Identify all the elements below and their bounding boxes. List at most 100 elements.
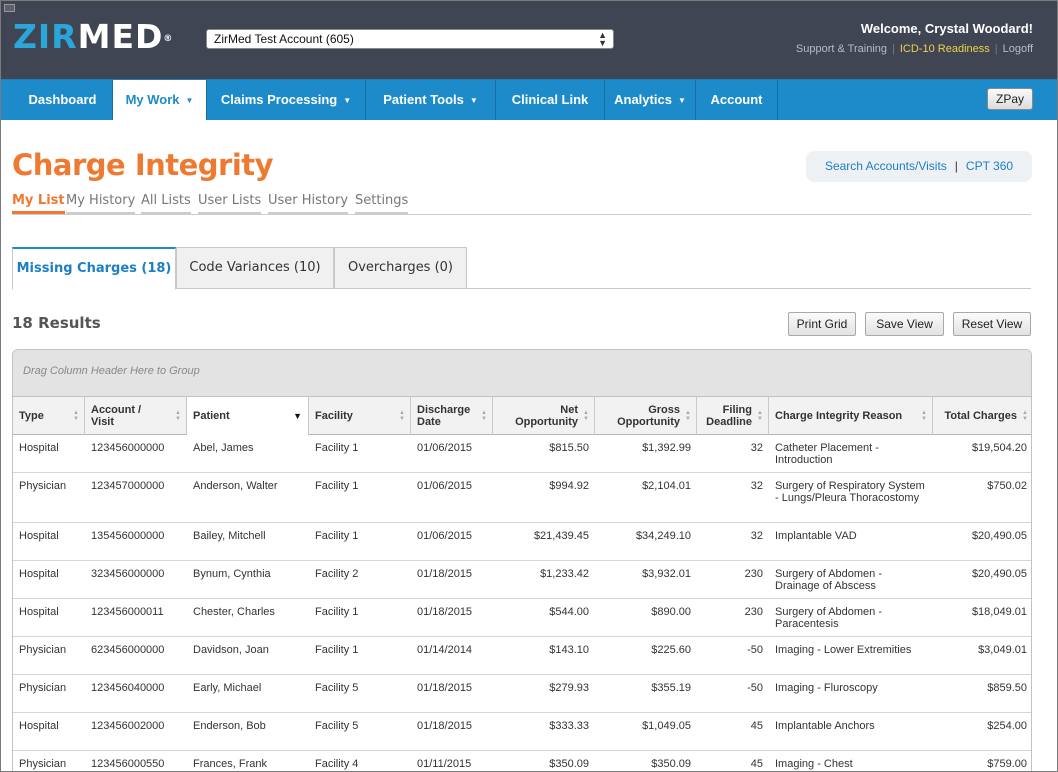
cell-type: Hospital <box>19 568 59 580</box>
sub-tabs: My List My History All Lists User Lists … <box>12 193 1031 215</box>
cell-net-opportunity: $1,233.42 <box>540 568 589 580</box>
cell-facility: Facility 1 <box>315 480 359 492</box>
nav-account[interactable]: Account <box>696 80 778 120</box>
cell-filing-deadline: 32 <box>750 480 763 492</box>
cell-discharge-date: 01/06/2015 <box>417 480 473 492</box>
column-header-gross-opportunity[interactable]: Gross Opportunity ▲ ▼ <box>595 397 697 435</box>
cell-account: 123456000000 <box>91 442 165 454</box>
cell-account: 123456000550 <box>91 758 165 770</box>
group-drop-area[interactable]: Drag Column Header Here to Group <box>13 350 1031 396</box>
subtab-user-history[interactable]: User History <box>268 193 349 214</box>
table-row[interactable]: Hospital 135456000000 Bailey, Mitchell Faci… <box>13 523 1031 561</box>
cell-filing-deadline: -50 <box>747 644 763 656</box>
nav-label: Clinical Link <box>511 92 589 107</box>
cell-discharge-date: 01/18/2015 <box>417 606 473 618</box>
account-selector[interactable]: ZirMed Test Account (605) ▲ ▼ <box>206 29 614 49</box>
tab-overcharges[interactable]: Overcharges (0) <box>334 247 467 289</box>
sort-icon: ▲ ▼ <box>583 410 589 422</box>
cell-patient: Bailey, Mitchell <box>193 530 266 542</box>
welcome-message: Welcome, Crystal Woodard! <box>860 21 1033 36</box>
subtab-my-history[interactable]: My History <box>66 193 136 214</box>
cell-reason: Imaging - Fluroscopy <box>775 682 878 694</box>
column-header-facility[interactable]: Facility ▲ ▼ <box>309 397 411 435</box>
subtab-user-lists[interactable]: User Lists <box>198 193 262 214</box>
table-row[interactable]: Hospital 323456000000 Bynum, Cynthia Facili… <box>13 561 1031 599</box>
nav-clinical-link[interactable]: Clinical Link <box>496 80 605 120</box>
reset-view-button[interactable]: Reset View <box>953 312 1031 336</box>
zirmed-logo[interactable]: ZIRMED® <box>13 17 173 57</box>
cell-total-charges: $759.00 <box>987 758 1027 770</box>
column-header-discharge-date[interactable]: Discharge Date ▲ ▼ <box>411 397 493 435</box>
cell-net-opportunity: $333.33 <box>549 720 589 732</box>
cell-type: Physician <box>19 644 67 656</box>
cell-total-charges: $859.50 <box>987 682 1027 694</box>
tab-code-variances[interactable]: Code Variances (10) <box>176 247 334 289</box>
table-row[interactable]: Physician 123456040000 Early, Michael Facil… <box>13 675 1031 713</box>
zpay-button[interactable]: ZPay <box>987 88 1033 110</box>
icd10-link[interactable]: ICD-10 Readiness <box>900 43 990 55</box>
nav-analytics[interactable]: Analytics ▼ <box>605 80 696 120</box>
cell-facility: Facility 5 <box>315 682 359 694</box>
tab-missing-charges[interactable]: Missing Charges (18) <box>12 247 176 290</box>
chevron-down-icon: ▼ <box>469 96 478 105</box>
sort-icon: ▲ ▼ <box>921 410 927 422</box>
cell-account: 123457000000 <box>91 480 165 492</box>
nav-claims-processing[interactable]: Claims Processing ▼ <box>207 80 366 120</box>
select-arrows-icon: ▲ ▼ <box>598 30 607 48</box>
logoff-link[interactable]: Logoff <box>1003 43 1033 55</box>
save-view-button[interactable]: Save View <box>865 312 944 336</box>
cell-net-opportunity: $21,439.45 <box>533 530 589 542</box>
main-nav: Dashboard My Work ▼ Claims Processing ▼ Pa… <box>1 79 1057 120</box>
subtab-my-list[interactable]: My List <box>12 193 65 214</box>
nav-patient-tools[interactable]: Patient Tools ▼ <box>366 80 496 120</box>
nav-label: My Work <box>125 92 180 107</box>
column-label: Account / Visit <box>91 404 142 428</box>
cell-discharge-date: 01/11/2015 <box>417 758 472 770</box>
cell-gross-opportunity: $1,049.05 <box>642 720 691 732</box>
print-grid-button[interactable]: Print Grid <box>788 312 856 336</box>
column-label: Charge Integrity Reason <box>775 410 903 422</box>
cell-gross-opportunity: $3,932.01 <box>642 568 691 580</box>
cell-patient: Early, Michael <box>193 682 262 694</box>
column-header-reason[interactable]: Charge Integrity Reason ▲ ▼ <box>769 397 933 435</box>
subtab-settings[interactable]: Settings <box>355 193 409 214</box>
table-row[interactable]: Physician 123457000000 Anderson, Walter Fac… <box>13 473 1031 523</box>
column-header-patient[interactable]: Patient ▼ <box>187 397 309 435</box>
cell-gross-opportunity: $225.60 <box>651 644 691 656</box>
column-label: Discharge Date <box>417 404 471 428</box>
cell-reason: Surgery of Abdomen - Paracentesis <box>775 606 883 630</box>
table-row[interactable]: Physician 123456000550 Frances, Frank Facil… <box>13 751 1031 771</box>
cell-filing-deadline: 32 <box>750 442 763 454</box>
cpt360-link[interactable]: CPT 360 <box>966 159 1013 173</box>
sort-descending-icon: ▼ <box>293 411 302 421</box>
subtab-all-lists[interactable]: All Lists <box>141 193 191 214</box>
table-row[interactable]: Physician 623456000000 Davidson, Joan Facil… <box>13 637 1031 675</box>
cell-type: Hospital <box>19 606 59 618</box>
table-row[interactable]: Hospital 123456000000 Abel, James Facility … <box>13 435 1031 473</box>
cell-facility: Facility 4 <box>315 758 359 770</box>
cell-filing-deadline: 45 <box>750 720 763 732</box>
link-separator: | <box>994 43 998 55</box>
logo-zi: ZIR <box>13 17 78 56</box>
column-header-net-opportunity[interactable]: Net Opportunity ▲ ▼ <box>493 397 595 435</box>
cell-account: 123456000011 <box>91 606 164 618</box>
column-header-filing-deadline[interactable]: Filing Deadline ▲ ▼ <box>697 397 769 435</box>
nav-dashboard[interactable]: Dashboard <box>13 80 113 120</box>
cell-total-charges: $3,049.01 <box>978 644 1027 656</box>
sort-icon: ▲ ▼ <box>685 410 691 422</box>
column-header-type[interactable]: Type ▲ ▼ <box>13 397 85 435</box>
nav-label: Claims Processing <box>220 92 338 107</box>
cell-total-charges: $18,049.01 <box>971 606 1027 618</box>
window-icon[interactable] <box>4 4 15 12</box>
cell-reason: Imaging - Chest <box>775 758 853 770</box>
column-header-account[interactable]: Account / Visit ▲ ▼ <box>85 397 187 435</box>
cell-filing-deadline: 230 <box>744 568 763 580</box>
nav-my-work[interactable]: My Work ▼ <box>113 80 207 120</box>
search-accounts-link[interactable]: Search Accounts/Visits <box>825 159 947 173</box>
table-row[interactable]: Hospital 123456000011 Chester, Charles Faci… <box>13 599 1031 637</box>
column-header-total-charges[interactable]: Total Charges ▲ ▼ <box>933 397 1031 435</box>
cell-patient: Abel, James <box>193 442 254 454</box>
nav-label: Dashboard <box>28 92 97 107</box>
support-link[interactable]: Support & Training <box>796 43 887 55</box>
table-row[interactable]: Hospital 123456002000 Enderson, Bob Facilit… <box>13 713 1031 751</box>
